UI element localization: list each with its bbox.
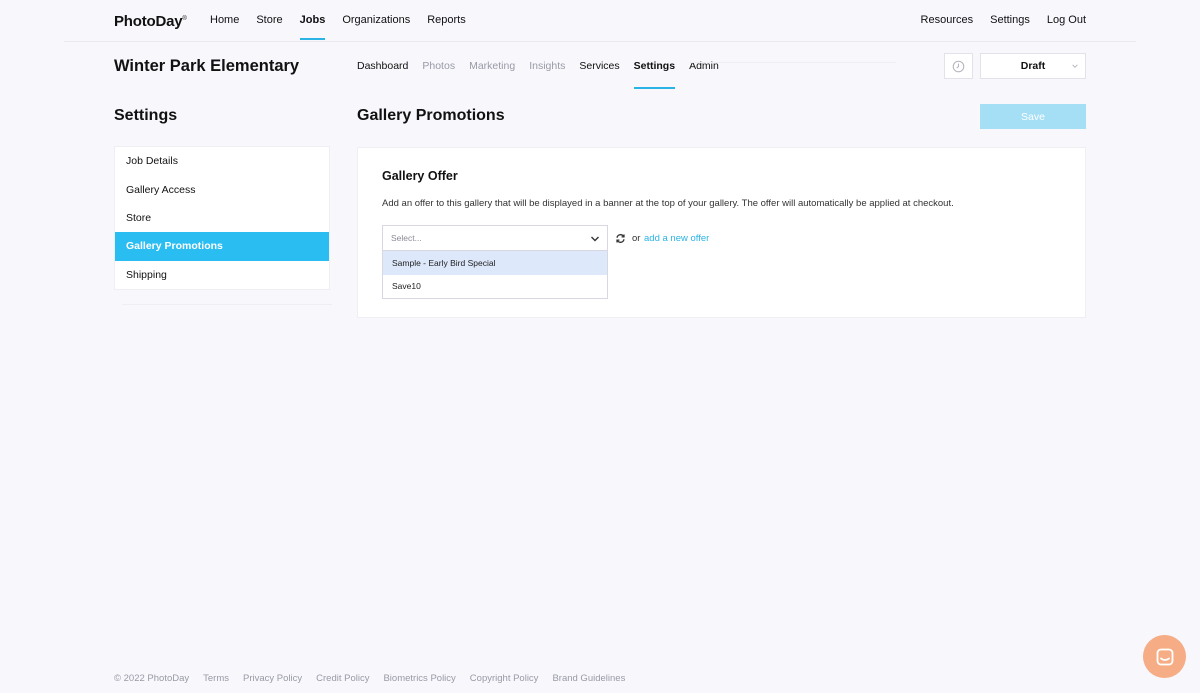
sidebar-item-shipping[interactable]: Shipping <box>115 261 329 289</box>
sidebar-divider <box>122 304 332 305</box>
job-status-select[interactable]: Draft <box>980 53 1086 79</box>
job-status-value: Draft <box>1020 60 1046 72</box>
nav-reports[interactable]: Reports <box>427 14 466 26</box>
or-text: or <box>632 233 641 244</box>
footer-link-terms[interactable]: Terms <box>203 673 229 684</box>
clock-icon <box>952 60 965 72</box>
nav-log-out[interactable]: Log Out <box>1047 14 1086 26</box>
job-subnav: Dashboard Photos Marketing Insights Serv… <box>357 60 733 89</box>
refresh-icon[interactable] <box>615 233 626 244</box>
sidebar-item-job-details[interactable]: Job Details <box>115 147 329 175</box>
chevron-down-icon <box>591 236 599 242</box>
chat-launcher-button[interactable] <box>1143 635 1186 678</box>
photoday-logo[interactable]: PhotoDay® <box>114 13 187 30</box>
footer-link-biometrics-policy[interactable]: Biometrics Policy <box>383 673 455 684</box>
tab-insights: Insights <box>529 60 566 72</box>
footer-link-brand-guidelines[interactable]: Brand Guidelines <box>552 673 625 684</box>
account-nav: Resources Settings Log Out <box>904 14 1086 26</box>
footer-link-privacy-policy[interactable]: Privacy Policy <box>243 673 302 684</box>
sidebar-item-store[interactable]: Store <box>115 204 329 232</box>
add-new-offer-link[interactable]: add a new offer <box>644 233 709 244</box>
history-button[interactable] <box>944 53 973 79</box>
footer: © 2022 PhotoDay Terms Privacy Policy Cre… <box>114 673 639 684</box>
page-title: Gallery Promotions <box>357 107 505 124</box>
tab-marketing: Marketing <box>469 60 516 72</box>
settings-sidebar: Job Details Gallery Access Store Gallery… <box>114 146 330 290</box>
tab-photos: Photos <box>422 60 456 72</box>
tab-dashboard[interactable]: Dashboard <box>357 60 408 72</box>
nav-settings[interactable]: Settings <box>990 14 1030 26</box>
chat-icon <box>1156 648 1173 665</box>
sidebar-item-gallery-promotions[interactable]: Gallery Promotions <box>115 232 329 261</box>
nav-organizations[interactable]: Organizations <box>342 14 410 26</box>
offer-select-placeholder: Select... <box>391 233 422 243</box>
chevron-down-icon <box>1072 64 1078 68</box>
gallery-offer-description: Add an offer to this gallery that will b… <box>382 198 954 209</box>
offer-dropdown-menu: Sample - Early Bird Special Save10 <box>382 250 608 299</box>
save-button[interactable]: Save <box>980 104 1086 129</box>
tab-settings[interactable]: Settings <box>633 60 676 89</box>
nav-divider <box>64 41 1136 42</box>
settings-title: Settings <box>114 107 178 124</box>
sidebar-item-gallery-access[interactable]: Gallery Access <box>115 175 329 203</box>
footer-link-copyright-policy[interactable]: Copyright Policy <box>470 673 539 684</box>
gallery-offer-card: Gallery Offer Add an offer to this galle… <box>357 147 1086 318</box>
job-title: Winter Park Elementary <box>114 57 300 75</box>
offer-option[interactable]: Save10 <box>383 275 607 299</box>
offer-select[interactable]: Select... <box>382 225 608 251</box>
offer-option[interactable]: Sample - Early Bird Special <box>383 251 607 275</box>
gallery-offer-title: Gallery Offer <box>382 169 458 183</box>
main-nav: Home Store Jobs Organizations Reports <box>210 14 483 40</box>
subnav-divider <box>690 62 896 63</box>
footer-copyright: © 2022 PhotoDay <box>114 673 190 684</box>
footer-link-credit-policy[interactable]: Credit Policy <box>316 673 369 684</box>
top-navigation: PhotoDay® Home Store Jobs Organizations … <box>0 0 1200 42</box>
tab-services[interactable]: Services <box>579 60 619 72</box>
nav-store[interactable]: Store <box>256 14 282 26</box>
nav-resources[interactable]: Resources <box>921 14 974 26</box>
nav-jobs[interactable]: Jobs <box>299 14 325 40</box>
nav-home[interactable]: Home <box>210 14 239 26</box>
